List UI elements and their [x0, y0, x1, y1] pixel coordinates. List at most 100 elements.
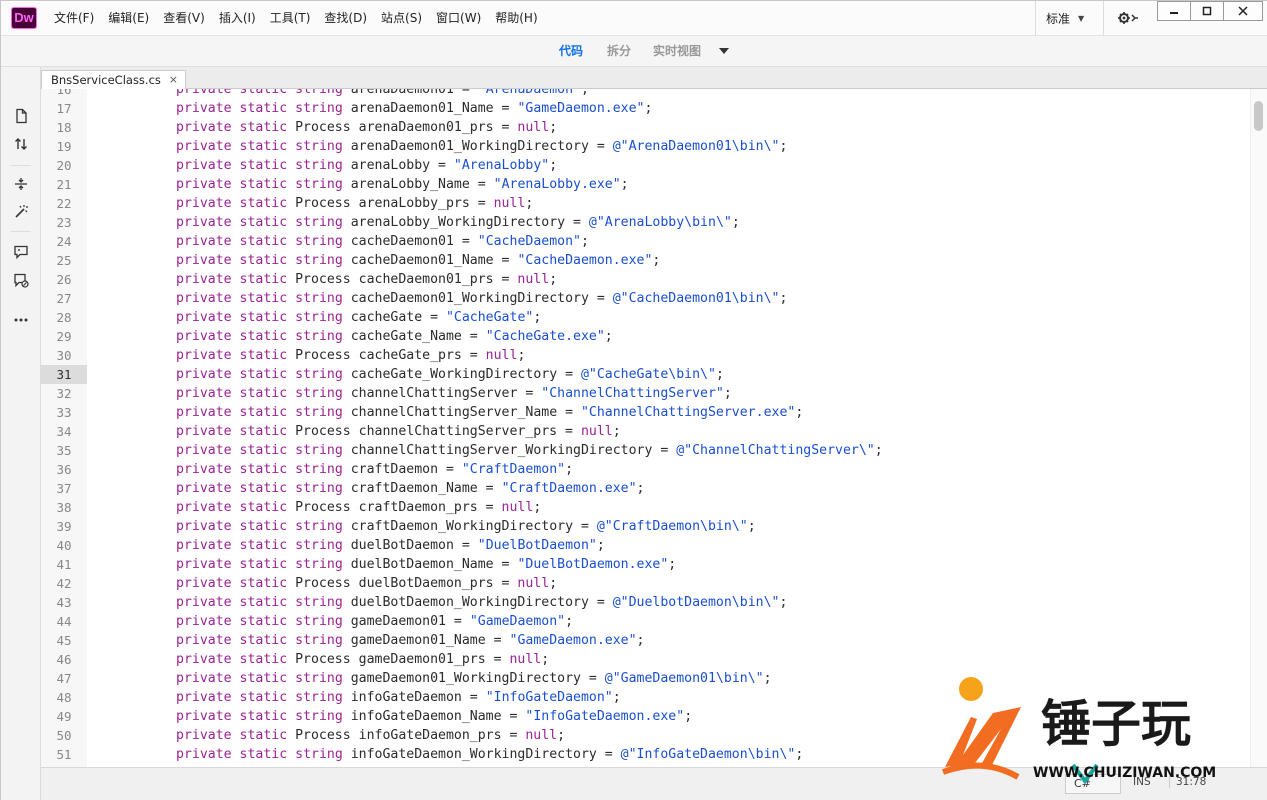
code-text: private static Process cacheGate_prs = n… [176, 348, 526, 363]
code-line[interactable]: 43 private static string duelBotDaemon_Wo… [41, 593, 1250, 612]
code-line[interactable]: 46 private static Process gameDaemon01_pr… [41, 650, 1250, 669]
code-text: private static string channelChattingSer… [176, 443, 883, 458]
close-icon [1238, 6, 1248, 16]
code-line[interactable]: 31 private static string cacheGate_Workin… [41, 365, 1250, 384]
code-line[interactable]: 22 private static Process arenaLobby_prs … [41, 194, 1250, 213]
line-number: 42 [56, 576, 72, 591]
code-text: private static string gameDaemon01_Name … [176, 633, 645, 648]
expand-all-button[interactable] [9, 173, 33, 195]
line-number: 24 [56, 234, 72, 249]
line-number: 32 [56, 386, 72, 401]
code-line[interactable]: 34 private static Process channelChatting… [41, 422, 1250, 441]
code-line[interactable]: 17 private static string arenaDaemon01_Na… [41, 99, 1250, 118]
code-line[interactable]: 16 private static string arenaDaemon01 = … [41, 89, 1250, 99]
chevron-down-icon: ▼ [1078, 13, 1085, 23]
code-line[interactable]: 18 private static Process arenaDaemon01_p… [41, 118, 1250, 137]
more-icon [14, 318, 28, 322]
maximize-button[interactable] [1190, 1, 1224, 21]
menu-item[interactable]: 文件(F) [47, 1, 101, 35]
code-line[interactable]: 28 private static string cacheGate = "Cac… [41, 308, 1250, 327]
line-number: 46 [56, 652, 72, 667]
minimize-button[interactable] [1157, 1, 1191, 21]
code-line[interactable]: 29 private static string cacheGate_Name =… [41, 327, 1250, 346]
comment-icon [14, 245, 28, 260]
code-line[interactable]: 40 private static string duelBotDaemon = … [41, 536, 1250, 555]
code-text: private static string arenaLobby_Name = … [176, 177, 629, 192]
code-line[interactable]: 33 private static string channelChattingS… [41, 403, 1250, 422]
menu-item[interactable]: 工具(T) [263, 1, 318, 35]
minimize-icon [1170, 12, 1178, 14]
workspace-switcher[interactable]: 标准 ▼ [1035, 1, 1084, 35]
menu-item[interactable]: 查找(D) [317, 1, 374, 35]
line-number: 23 [56, 215, 72, 230]
sync-settings-icon[interactable] [1103, 1, 1151, 35]
code-line[interactable]: 37 private static string craftDaemon_Name… [41, 479, 1250, 498]
menu-item[interactable]: 帮助(H) [488, 1, 544, 35]
code-line[interactable]: 27 private static string cacheDaemon01_Wo… [41, 289, 1250, 308]
vertical-scrollbar[interactable] [1250, 89, 1267, 767]
code-text: private static string infoGateDaemon_Nam… [176, 709, 693, 724]
line-number: 21 [56, 177, 72, 192]
code-line[interactable]: 42 private static Process duelBotDaemon_p… [41, 574, 1250, 593]
tab-live-view[interactable]: 实时视图 [653, 36, 701, 67]
code-text: private static string gameDaemon01_Worki… [176, 671, 772, 686]
code-line[interactable]: 24 private static string cacheDaemon01 = … [41, 232, 1250, 251]
line-number: 49 [56, 709, 72, 724]
line-number: 39 [56, 519, 72, 534]
code-line[interactable]: 39 private static string craftDaemon_Work… [41, 517, 1250, 536]
code-text: private static string craftDaemon = "Cra… [176, 462, 574, 477]
code-line[interactable]: 21 private static string arenaLobby_Name … [41, 175, 1250, 194]
document-tab[interactable]: BnsServiceClass.cs × [41, 70, 186, 89]
line-number: 47 [56, 671, 72, 686]
code-line[interactable]: 44 private static string gameDaemon01 = "… [41, 612, 1250, 631]
code-text: private static string arenaLobby = "Aren… [176, 158, 558, 173]
code-line[interactable]: 19 private static string arenaDaemon01_Wo… [41, 137, 1250, 156]
apply-comment-button[interactable] [9, 241, 33, 263]
tab-code-view[interactable]: 代码 [559, 36, 583, 67]
code-text: private static Process craftDaemon_prs =… [176, 500, 542, 515]
line-number: 44 [56, 614, 72, 629]
close-button[interactable] [1223, 1, 1263, 21]
document-tab-bar: BnsServiceClass.cs × [41, 67, 1267, 89]
line-number: 20 [56, 158, 72, 173]
code-editor[interactable]: 16 private static string arenaDaemon01 = … [41, 89, 1250, 767]
line-number: 19 [56, 139, 72, 154]
open-documents-button[interactable] [9, 105, 33, 127]
code-text: private static string duelBotDaemon_Name… [176, 557, 677, 572]
menu-item[interactable]: 窗口(W) [429, 1, 488, 35]
menu-item[interactable]: 查看(V) [156, 1, 212, 35]
code-text: private static string arenaDaemon01 = "A… [176, 89, 589, 97]
line-number: 38 [56, 500, 72, 515]
tab-split-view[interactable]: 拆分 [607, 36, 631, 67]
workspace-label: 标准 [1046, 11, 1071, 26]
expand-icon [15, 178, 27, 190]
code-line[interactable]: 32 private static string channelChattingS… [41, 384, 1250, 403]
code-line[interactable]: 45 private static string gameDaemon01_Nam… [41, 631, 1250, 650]
menu-item[interactable]: 插入(I) [212, 1, 263, 35]
format-source-button[interactable] [9, 201, 33, 223]
menu-item[interactable]: 编辑(E) [101, 1, 156, 35]
code-text: private static string cacheGate = "Cache… [176, 310, 542, 325]
line-number: 41 [56, 557, 72, 572]
code-text: private static Process arenaDaemon01_prs… [176, 120, 558, 135]
code-line[interactable]: 41 private static string duelBotDaemon_Na… [41, 555, 1250, 574]
code-text: private static string channelChattingSer… [176, 386, 732, 401]
code-line[interactable]: 30 private static Process cacheGate_prs =… [41, 346, 1250, 365]
close-icon[interactable]: × [169, 71, 178, 89]
code-line[interactable]: 36 private static string craftDaemon = "C… [41, 460, 1250, 479]
more-tools-button[interactable] [9, 309, 33, 331]
remove-comment-button[interactable] [9, 269, 33, 291]
code-line[interactable]: 38 private static Process craftDaemon_prs… [41, 498, 1250, 517]
code-text: private static string infoGateDaemon = "… [176, 690, 621, 705]
code-line[interactable]: 26 private static Process cacheDaemon01_p… [41, 270, 1250, 289]
menu-item[interactable]: 站点(S) [374, 1, 429, 35]
code-line[interactable]: 25 private static string cacheDaemon01_Na… [41, 251, 1250, 270]
view-dropdown-icon[interactable] [719, 48, 729, 54]
code-line[interactable]: 23 private static string arenaLobby_Worki… [41, 213, 1250, 232]
file-management-button[interactable] [9, 133, 33, 155]
code-line[interactable]: 20 private static string arenaLobby = "Ar… [41, 156, 1250, 175]
code-text: private static string craftDaemon_Name =… [176, 481, 645, 496]
line-number: 36 [56, 462, 72, 477]
code-line[interactable]: 35 private static string channelChattingS… [41, 441, 1250, 460]
scrollbar-thumb[interactable] [1254, 101, 1263, 131]
